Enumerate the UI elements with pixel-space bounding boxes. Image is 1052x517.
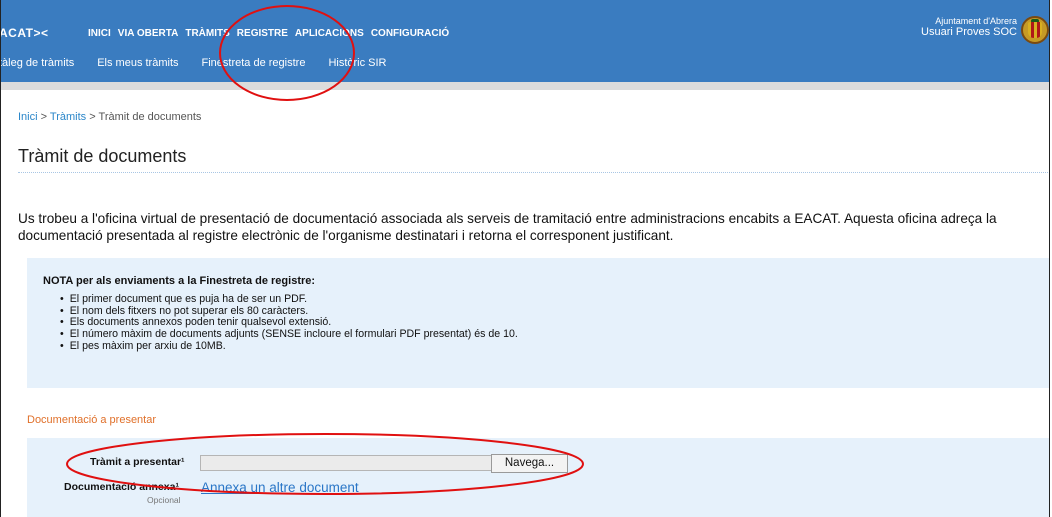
breadcrumb: Inici > Tràmits > Tràmit de documents: [18, 111, 201, 123]
documents-form-panel: [27, 438, 1049, 517]
main-nav: INICI VIA OBERTA TRÀMITS REGISTRE APLICA…: [88, 28, 456, 39]
nota-list: El primer document que es puja ha de ser…: [60, 293, 518, 353]
nav-via-oberta[interactable]: VIA OBERTA: [118, 28, 179, 39]
browse-button[interactable]: Navega...: [491, 454, 568, 473]
subnav-historic-sir[interactable]: Històric SIR: [328, 57, 386, 69]
breadcrumb-tramits-link[interactable]: Tràmits: [50, 111, 86, 123]
tramit-file-input[interactable]: [200, 455, 492, 471]
eacat-logo[interactable]: ACAT><: [1, 26, 48, 40]
organization-crest-icon[interactable]: [1021, 16, 1049, 44]
subnav-finestreta-registre[interactable]: Finestreta de registre: [202, 57, 306, 69]
nav-aplicacions[interactable]: APLICACIONS: [295, 28, 364, 39]
page-title: Tràmit de documents: [18, 146, 187, 166]
sub-nav: tàleg de tràmits Els meus tràmits Finest…: [1, 57, 410, 69]
list-item: El pes màxim per arxiu de 10MB.: [60, 340, 518, 353]
user-info[interactable]: Ajuntament d'Abrera Usuari Proves SOC: [921, 16, 1017, 38]
list-item: El primer document que es puja ha de ser…: [60, 293, 518, 306]
documents-section-label: Documentació a presentar: [27, 414, 157, 426]
nota-title: NOTA per als enviaments a la Finestreta …: [43, 275, 316, 287]
user-name: Usuari Proves SOC: [921, 26, 1017, 38]
subnav-cataleg-tramits[interactable]: tàleg de tràmits: [1, 57, 74, 69]
title-divider: [18, 172, 1048, 173]
breadcrumb-current: Tràmit de documents: [98, 111, 202, 123]
browser-frame: ACAT>< INICI VIA OBERTA TRÀMITS REGISTRE…: [0, 0, 1050, 517]
subnav-els-meus-tramits[interactable]: Els meus tràmits: [97, 57, 178, 69]
header-divider: [1, 82, 1049, 90]
nota-panel: NOTA per als enviaments a la Finestreta …: [27, 258, 1049, 388]
nav-tramits[interactable]: TRÀMITS: [185, 28, 229, 39]
intro-text: Us trobeu a l'oficina virtual de present…: [18, 211, 997, 243]
top-header: ACAT>< INICI VIA OBERTA TRÀMITS REGISTRE…: [1, 0, 1049, 82]
breadcrumb-separator: >: [37, 111, 50, 123]
nav-configuracio[interactable]: CONFIGURACIÓ: [371, 28, 449, 39]
add-document-link[interactable]: Annexa un altre document: [201, 480, 359, 495]
annexa-field-label: Documentació annexa¹: [64, 481, 179, 493]
breadcrumb-separator: >: [86, 111, 99, 123]
nav-registre[interactable]: REGISTRE: [237, 28, 288, 39]
nav-inici[interactable]: INICI: [88, 28, 111, 39]
optional-label: Opcional: [147, 495, 181, 505]
breadcrumb-home-link[interactable]: Inici: [18, 111, 38, 123]
tramit-field-label: Tràmit a presentar¹: [90, 456, 185, 468]
